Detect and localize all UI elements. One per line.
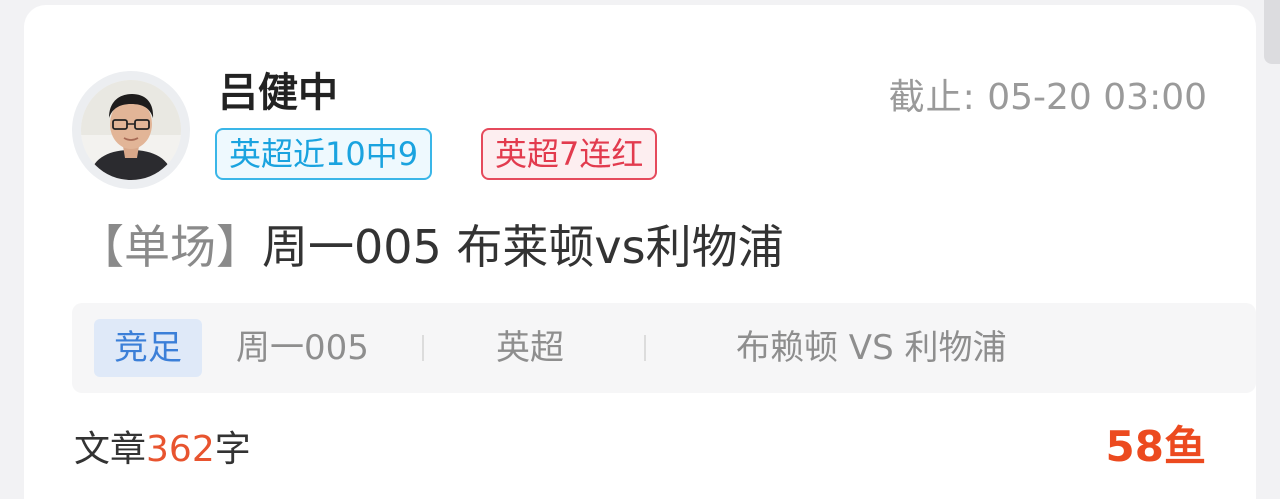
article-title[interactable]: 【单场】周一005 布莱顿vs利物浦 — [78, 217, 784, 277]
article-title-text: 周一005 布莱顿vs利物浦 — [262, 220, 784, 274]
article-card[interactable]: 吕健中 截止: 05-20 03:00 英超近10中9 英超7连红 【单场】周一… — [24, 5, 1256, 499]
author-avatar[interactable] — [72, 71, 190, 189]
person-portrait-icon — [81, 80, 181, 180]
article-type: 【单场】 — [78, 220, 262, 274]
tag-record-badge: 英超近10中9 — [215, 128, 433, 180]
avatar-photo — [81, 80, 181, 180]
match-league: 英超 — [496, 328, 564, 368]
divider — [644, 335, 646, 361]
match-teams: 布赖顿 VS 利物浦 — [736, 328, 1007, 368]
match-info-box[interactable]: 竞足 周一005 英超 布赖顿 VS 利物浦 — [72, 303, 1256, 393]
divider — [422, 335, 424, 361]
word-count-number: 362 — [146, 429, 215, 470]
deadline-label: 截止: — [888, 77, 976, 118]
sport-badge: 竞足 — [94, 319, 202, 377]
tag-streak-badge: 英超7连红 — [481, 128, 658, 180]
word-count-suffix: 字 — [214, 429, 251, 470]
scrollbar[interactable] — [1264, 0, 1280, 64]
price-label[interactable]: 58鱼 — [1106, 419, 1206, 475]
deadline: 截止: 05-20 03:00 — [889, 75, 1207, 121]
word-count: 文章362字 — [74, 425, 251, 475]
deadline-value: 05-20 03:00 — [987, 77, 1207, 118]
word-count-prefix: 文章 — [74, 429, 147, 470]
author-name[interactable]: 吕健中 — [218, 67, 338, 119]
match-code: 周一005 — [236, 328, 369, 368]
